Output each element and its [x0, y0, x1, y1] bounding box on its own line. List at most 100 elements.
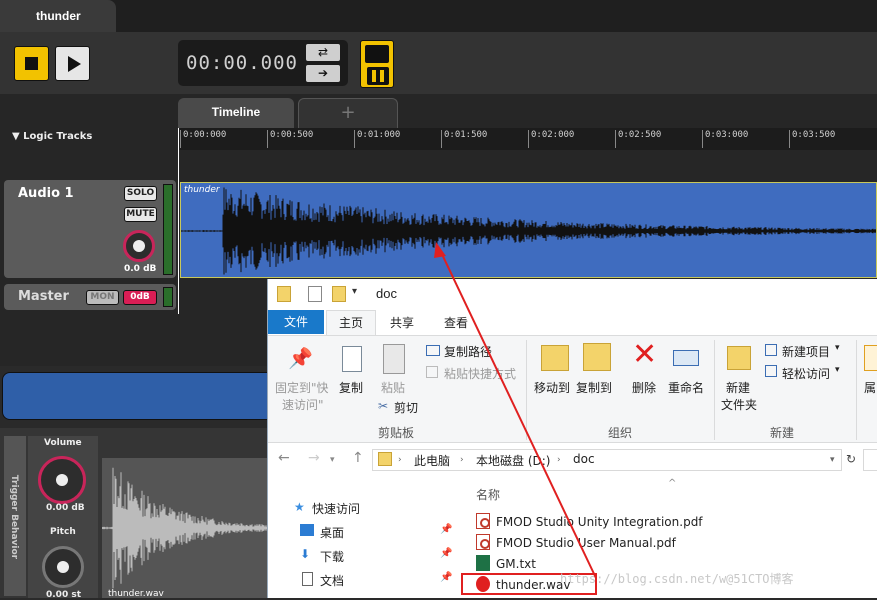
audio-clip[interactable]	[180, 182, 877, 278]
breadcrumb-chevron-icon: ›	[460, 455, 464, 465]
copy-path-button[interactable]: 复制路径	[444, 343, 492, 360]
recent-dropdown-icon[interactable]: ▾	[330, 455, 335, 465]
ribbon-separator	[714, 340, 715, 440]
folder-icon	[378, 452, 392, 466]
track-volume-knob[interactable]	[123, 230, 155, 262]
breadcrumb-doc[interactable]: doc	[573, 452, 595, 466]
breadcrumb-drive[interactable]: 本地磁盘 (D:)	[476, 452, 550, 469]
up-icon[interactable]: ↑	[352, 450, 364, 466]
delete-icon[interactable]: ✕	[632, 340, 657, 370]
new-folder-icon[interactable]	[332, 286, 346, 302]
rename-button[interactable]: 重命名	[668, 379, 704, 396]
clip-volume-value: 0.00 dB	[46, 503, 85, 513]
add-parameter-tab[interactable]: +	[298, 98, 398, 128]
address-dropdown-icon[interactable]: ▾	[830, 455, 835, 465]
sort-chevron-icon: ^	[668, 478, 677, 489]
paste-icon[interactable]	[383, 344, 405, 374]
clip-pitch-value: 0.00 st	[46, 590, 81, 600]
event-tab[interactable]: thunder	[0, 0, 116, 32]
lanes-toggle-button[interactable]	[360, 40, 394, 88]
move-to-icon[interactable]	[541, 345, 569, 371]
new-item-icon	[765, 344, 777, 356]
logic-tracks-toggle[interactable]: ▼ Logic Tracks	[0, 128, 178, 150]
pin-icon[interactable]: 📌	[288, 346, 313, 372]
back-icon[interactable]: ←	[278, 450, 290, 466]
rename-icon[interactable]	[673, 350, 699, 366]
nav-documents[interactable]: 文档	[320, 572, 344, 589]
breadcrumb-this-pc[interactable]: 此电脑	[414, 452, 450, 469]
copy-button[interactable]: 复制	[339, 379, 363, 396]
properties-icon[interactable]	[308, 286, 322, 302]
navigation-pane	[268, 478, 458, 598]
clip-name: thunder	[184, 185, 220, 195]
timeline-ruler[interactable]: 0:00:000 0:00:500 0:01:000 0:01:500 0:02:000…	[178, 128, 877, 150]
solo-button[interactable]: SOLO	[124, 186, 157, 201]
customize-toolbar-icon[interactable]: ▾	[352, 286, 357, 297]
deck-waveform-preview	[102, 458, 270, 598]
ruler-tick: 0:00:500	[267, 130, 313, 148]
properties-icon[interactable]	[864, 345, 877, 371]
follow-button[interactable]: ➔	[306, 65, 340, 82]
new-folder-button[interactable]: 新建	[726, 379, 750, 396]
explorer-titlebar	[268, 280, 877, 310]
desktop-icon	[300, 524, 314, 536]
tab-timeline[interactable]: Timeline	[178, 98, 294, 128]
explorer-title: doc	[376, 286, 397, 301]
refresh-icon[interactable]: ↻	[846, 452, 856, 466]
nav-downloads[interactable]: 下载	[320, 548, 344, 565]
master-volume[interactable]: 0dB	[123, 290, 157, 305]
ruler-tick: 0:01:000	[354, 130, 400, 148]
monitor-button[interactable]: MON	[86, 290, 119, 305]
list-item[interactable]: FMOD Studio Unity Integration.pdf	[476, 512, 703, 532]
transport-bar	[0, 32, 877, 94]
copy-to-button[interactable]: 复制到	[576, 379, 612, 396]
tab-view[interactable]: 查看	[434, 314, 478, 331]
properties-button[interactable]: 属	[864, 379, 876, 396]
search-box[interactable]	[863, 449, 877, 471]
new-folder-icon[interactable]	[727, 346, 751, 370]
new-item-dropdown-icon[interactable]: ▾	[835, 343, 840, 353]
waveform-path	[181, 187, 876, 275]
mute-button[interactable]: MUTE	[124, 207, 157, 222]
volume-label: Volume	[44, 438, 82, 448]
copy-to-icon[interactable]	[583, 343, 611, 371]
time-readout: 00:00.000	[186, 52, 298, 74]
list-item[interactable]: GM.txt	[476, 554, 536, 574]
ruler-tick: 0:00:000	[180, 130, 226, 148]
paste-shortcut-button[interactable]: 粘贴快捷方式	[444, 365, 516, 382]
loop-button[interactable]: ⇄	[306, 44, 340, 61]
pause-icon	[367, 67, 389, 85]
delete-button[interactable]: 删除	[632, 379, 656, 396]
cut-button[interactable]: 剪切	[394, 399, 418, 416]
column-header-name[interactable]: 名称	[476, 486, 500, 503]
star-icon: ★	[294, 500, 305, 514]
clip-volume-knob[interactable]	[38, 456, 86, 504]
forward-icon[interactable]: →	[308, 450, 320, 466]
lanes-icon	[365, 45, 389, 63]
scissors-icon: ✂	[378, 399, 389, 413]
easy-access-dropdown-icon[interactable]: ▾	[835, 365, 840, 375]
waveform-path	[102, 467, 270, 589]
tab-home[interactable]: 主页	[326, 310, 376, 336]
stop-button[interactable]	[14, 46, 49, 81]
playhead[interactable]	[178, 128, 179, 314]
new-item-button[interactable]: 新建项目	[782, 343, 830, 360]
copy-icon[interactable]	[342, 346, 362, 372]
tab-file[interactable]: 文件	[268, 310, 324, 334]
ruler-tick: 0:03:500	[789, 130, 835, 148]
nav-quick-access[interactable]: 快速访问	[312, 500, 360, 517]
easy-access-button[interactable]: 轻松访问	[782, 365, 830, 382]
paste-shortcut-icon	[426, 366, 438, 378]
nav-desktop[interactable]: 桌面	[320, 524, 344, 541]
tab-share[interactable]: 共享	[380, 314, 424, 331]
copy-path-icon	[426, 345, 440, 356]
move-to-button[interactable]: 移动到	[534, 379, 570, 396]
document-icon	[302, 572, 313, 586]
paste-button[interactable]: 粘贴	[381, 379, 405, 396]
pin-quick-access-label[interactable]: 固定到"快	[275, 379, 329, 396]
play-button[interactable]	[55, 46, 90, 81]
pin-quick-access-label-2: 速访问"	[282, 398, 324, 412]
list-item[interactable]: FMOD Studio User Manual.pdf	[476, 533, 676, 553]
clip-pitch-knob[interactable]	[42, 546, 84, 588]
ruler-tick: 0:03:000	[702, 130, 748, 148]
